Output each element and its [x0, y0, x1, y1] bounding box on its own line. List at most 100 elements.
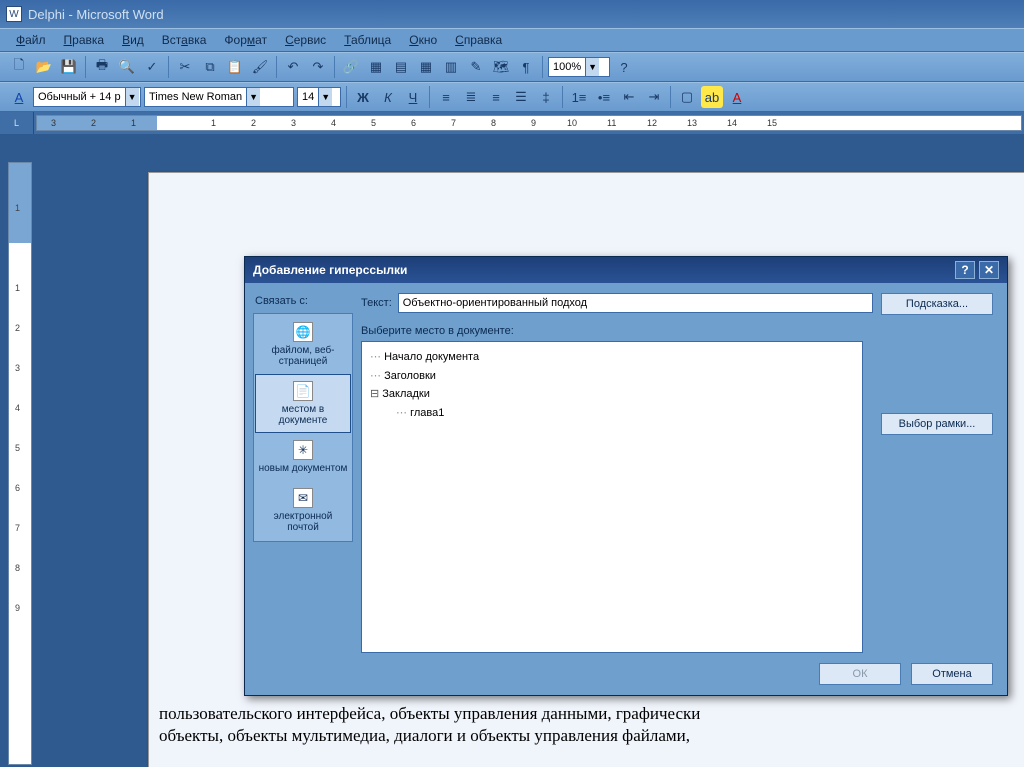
tree-node-start[interactable]: Начало документа — [370, 348, 854, 367]
styles-pane-icon[interactable]: A — [8, 86, 30, 108]
copy-icon[interactable]: ⧉ — [199, 56, 221, 78]
format-painter-icon[interactable]: 🖌 — [249, 56, 271, 78]
link-option-label: новым документом — [258, 463, 348, 474]
tree-node-bookmarks[interactable]: Закладки — [370, 385, 854, 404]
paste-icon[interactable]: 📋 — [224, 56, 246, 78]
screentip-button[interactable]: Подсказка... — [881, 293, 993, 315]
align-left-icon[interactable]: ≡ — [435, 86, 457, 108]
help-icon[interactable]: ? — [955, 261, 975, 279]
bookmark-tree[interactable]: Начало документа Заголовки Закладки глав… — [361, 341, 863, 653]
help-icon[interactable]: ? — [613, 56, 635, 78]
separator — [334, 56, 335, 78]
line-spacing-icon[interactable]: ‡ — [535, 86, 557, 108]
cancel-button[interactable]: Отмена — [911, 663, 993, 685]
document-body-text[interactable]: пользовательского интерфейса, объекты уп… — [159, 703, 1024, 747]
excel-icon[interactable]: ▦ — [415, 56, 437, 78]
columns-icon[interactable]: ▥ — [440, 56, 462, 78]
undo-icon[interactable]: ↶ — [282, 56, 304, 78]
highlight-icon[interactable]: ab — [701, 86, 723, 108]
save-icon[interactable]: 💾 — [58, 56, 80, 78]
new-document-icon: ✳ — [293, 440, 313, 460]
print-icon[interactable]: 🖶 — [91, 56, 113, 78]
chevron-down-icon[interactable]: ▼ — [585, 58, 599, 76]
dialog-right-column: Подсказка... Выбор рамки... — [875, 341, 999, 653]
menu-file[interactable]: Файл — [8, 31, 54, 49]
insert-table-icon[interactable]: ▤ — [390, 56, 412, 78]
link-option-label: местом в документе — [258, 404, 348, 426]
align-center-icon[interactable]: ≣ — [460, 86, 482, 108]
separator — [346, 86, 347, 108]
numbered-list-icon[interactable]: 1≡ — [568, 86, 590, 108]
text-label: Текст: — [361, 297, 392, 309]
menu-window[interactable]: Окно — [401, 31, 445, 49]
redo-icon[interactable]: ↷ — [307, 56, 329, 78]
chevron-down-icon[interactable]: ▼ — [246, 88, 260, 106]
dialog-main-column: Текст: Выберите место в документе: Начал… — [361, 293, 999, 687]
bold-button[interactable]: Ж — [352, 86, 374, 108]
close-icon[interactable]: ✕ — [979, 261, 999, 279]
menu-edit[interactable]: Правка — [56, 31, 113, 49]
borders-icon[interactable]: ▢ — [676, 86, 698, 108]
zoom-value: 100% — [553, 61, 581, 73]
menu-tools[interactable]: Сервис — [277, 31, 334, 49]
link-to-column: Связать с: 🌐 файлом, веб-страницей 📄 мес… — [253, 293, 353, 687]
underline-button[interactable]: Ч — [402, 86, 424, 108]
menu-table[interactable]: Таблица — [336, 31, 399, 49]
window-titlebar: W Delphi - Microsoft Word — [0, 0, 1024, 28]
horizontal-ruler[interactable]: 321 123 456 789 101112 131415 — [36, 115, 1022, 131]
open-icon[interactable]: 📂 — [33, 56, 55, 78]
bullet-list-icon[interactable]: •≡ — [593, 86, 615, 108]
separator — [562, 86, 563, 108]
hyperlink-icon[interactable]: 🔗 — [340, 56, 362, 78]
toolbar-standard: 🗋 📂 💾 🖶 🔍 ✓ ✂ ⧉ 📋 🖌 ↶ ↷ 🔗 ▦ ▤ ▦ ▥ ✎ 🗺 ¶ … — [0, 52, 1024, 82]
dialog-buttons: ОК Отмена — [819, 663, 993, 685]
globe-icon: 🌐 — [293, 322, 313, 342]
size-value: 14 — [302, 91, 314, 103]
increase-indent-icon[interactable]: ⇥ — [643, 86, 665, 108]
word-app-icon: W — [6, 6, 22, 22]
tree-node-chapter1[interactable]: глава1 — [370, 404, 854, 423]
menu-insert[interactable]: Вставка — [154, 31, 215, 49]
ok-button[interactable]: ОК — [819, 663, 901, 685]
window-title: Delphi - Microsoft Word — [28, 7, 164, 22]
link-option-label: файлом, веб-страницей — [258, 345, 348, 367]
ruler-row: L 321 123 456 789 101112 131415 — [0, 112, 1024, 134]
align-right-icon[interactable]: ≡ — [485, 86, 507, 108]
menu-format[interactable]: Формат — [216, 31, 275, 49]
tables-borders-icon[interactable]: ▦ — [365, 56, 387, 78]
chevron-down-icon[interactable]: ▼ — [125, 88, 139, 106]
justify-icon[interactable]: ☰ — [510, 86, 532, 108]
menu-help[interactable]: Справка — [447, 31, 510, 49]
menu-bar: Файл Правка Вид Вставка Формат Сервис Та… — [0, 28, 1024, 52]
menu-view[interactable]: Вид — [114, 31, 152, 49]
spellcheck-icon[interactable]: ✓ — [141, 56, 163, 78]
separator — [168, 56, 169, 78]
link-option-place-in-doc[interactable]: 📄 местом в документе — [255, 374, 351, 433]
style-combo[interactable]: Обычный + 14 p▼ — [33, 87, 141, 107]
drawing-icon[interactable]: ✎ — [465, 56, 487, 78]
tree-node-headings[interactable]: Заголовки — [370, 367, 854, 386]
target-frame-button[interactable]: Выбор рамки... — [881, 413, 993, 435]
link-option-label: электронной почтой — [258, 511, 348, 533]
font-size-combo[interactable]: 14 ▼ — [297, 87, 341, 107]
chevron-down-icon[interactable]: ▼ — [318, 88, 332, 106]
dialog-titlebar[interactable]: Добавление гиперссылки ? ✕ — [245, 257, 1007, 283]
separator — [85, 56, 86, 78]
display-text-input[interactable] — [398, 293, 873, 313]
zoom-combo[interactable]: 100% ▼ — [548, 57, 610, 77]
doc-map-icon[interactable]: 🗺 — [490, 56, 512, 78]
preview-icon[interactable]: 🔍 — [116, 56, 138, 78]
link-option-file-web[interactable]: 🌐 файлом, веб-страницей — [255, 315, 351, 374]
link-options: 🌐 файлом, веб-страницей 📄 местом в докум… — [253, 313, 353, 542]
vertical-ruler[interactable]: 1 123 456 789 — [8, 162, 32, 765]
italic-button[interactable]: К — [377, 86, 399, 108]
cut-icon[interactable]: ✂ — [174, 56, 196, 78]
font-color-icon[interactable]: A — [726, 86, 748, 108]
link-option-email[interactable]: ✉ электронной почтой — [255, 481, 351, 540]
link-option-new-doc[interactable]: ✳ новым документом — [255, 433, 351, 481]
decrease-indent-icon[interactable]: ⇤ — [618, 86, 640, 108]
font-combo[interactable]: Times New Roman▼ — [144, 87, 294, 107]
new-doc-icon[interactable]: 🗋 — [8, 56, 30, 78]
show-marks-icon[interactable]: ¶ — [515, 56, 537, 78]
ruler-corner: L — [0, 112, 34, 134]
